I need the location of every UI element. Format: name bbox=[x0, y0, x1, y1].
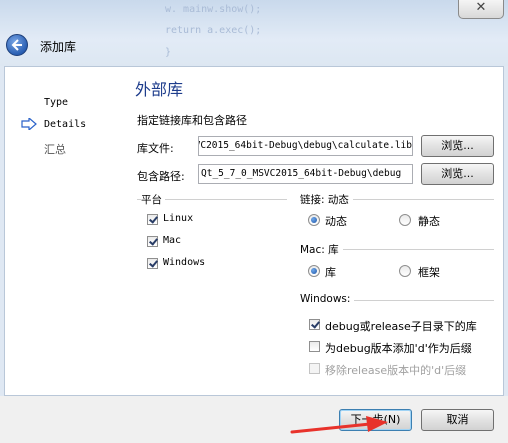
static-radio[interactable] bbox=[399, 214, 411, 226]
current-step-arrow-icon bbox=[21, 118, 37, 130]
linkage-group-title: 链接: 动态 bbox=[300, 192, 353, 207]
mac-checkbox[interactable] bbox=[147, 236, 158, 247]
page-heading: 外部库 bbox=[135, 80, 184, 99]
subdir-checkbox[interactable] bbox=[309, 319, 320, 330]
back-button[interactable] bbox=[6, 34, 28, 56]
library-radio[interactable] bbox=[308, 265, 320, 277]
dynamic-label: 动态 bbox=[325, 215, 347, 228]
debug-suffix-label: 为debug版本添加'd'作为后缀 bbox=[325, 342, 472, 355]
linux-checkbox[interactable] bbox=[147, 214, 158, 225]
include-path-input[interactable]: Qt_5_7_0_MSVC2015_64bit-Debug\debug bbox=[198, 164, 413, 184]
wizard-step-details: Details bbox=[44, 119, 87, 130]
library-type-label: 库 bbox=[325, 266, 336, 279]
framework-label: 框架 bbox=[418, 266, 440, 279]
windows-group-title: Windows: bbox=[300, 293, 355, 305]
remove-suffix-checkbox[interactable] bbox=[309, 363, 320, 374]
framework-radio[interactable] bbox=[399, 265, 411, 277]
background-code-line: return a.exec(); bbox=[165, 25, 262, 36]
back-arrow-icon bbox=[11, 39, 22, 51]
close-icon: ✕ bbox=[475, 0, 487, 15]
mac-label: Mac bbox=[163, 235, 182, 246]
library-file-input[interactable]: Qt_5_7_0_MSVC2015_64bit-Debug\debug\calc… bbox=[198, 136, 413, 156]
browse-library-button[interactable]: 浏览... bbox=[421, 135, 494, 157]
close-button[interactable]: ✕ bbox=[458, 0, 504, 19]
background-code-line: } bbox=[165, 47, 172, 58]
mac-group-title: Mac: 库 bbox=[300, 242, 343, 257]
debug-suffix-checkbox[interactable] bbox=[309, 341, 320, 352]
dynamic-radio[interactable] bbox=[308, 214, 320, 226]
wizard-step-summary: 汇总 bbox=[44, 143, 66, 156]
windows-checkbox[interactable] bbox=[147, 258, 158, 269]
static-label: 静态 bbox=[418, 215, 440, 228]
page-subtitle: 指定链接库和包含路径 bbox=[137, 114, 247, 127]
library-file-label: 库文件: bbox=[137, 142, 174, 155]
platform-group-title: 平台 bbox=[141, 192, 165, 207]
background-code-line: w. mainw.show(); bbox=[165, 4, 262, 15]
linux-label: Linux bbox=[163, 213, 194, 224]
subdir-label: debug或release子目录下的库 bbox=[325, 320, 477, 333]
browse-include-button[interactable]: 浏览... bbox=[421, 163, 494, 185]
wizard-title: 添加库 bbox=[40, 40, 77, 54]
include-path-label: 包含路径: bbox=[137, 170, 185, 183]
cancel-button[interactable]: 取消 bbox=[421, 409, 494, 431]
annotation-arrow-icon bbox=[290, 416, 388, 434]
windows-label: Windows bbox=[163, 257, 206, 268]
remove-suffix-label: 移除release版本中的'd'后缀 bbox=[325, 364, 467, 377]
wizard-step-type: Type bbox=[44, 97, 69, 108]
